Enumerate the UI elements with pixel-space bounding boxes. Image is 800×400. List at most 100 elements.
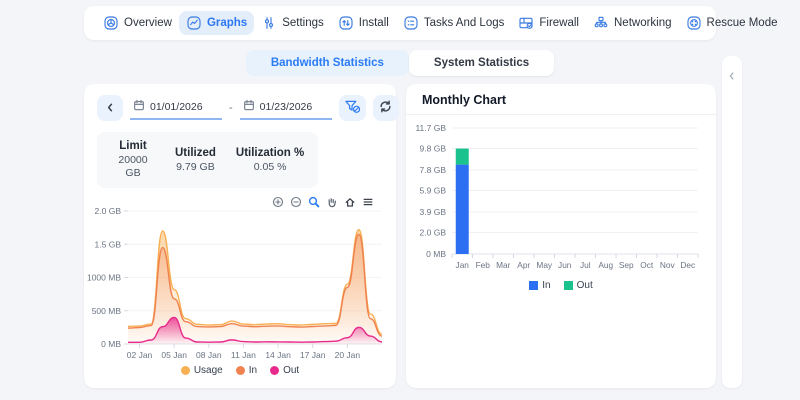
svg-text:9.8 GB: 9.8 GB: [420, 143, 447, 153]
refresh-button[interactable]: [372, 95, 399, 121]
tab-bandwidth-statistics[interactable]: Bandwidth Statistics: [245, 50, 409, 76]
svg-text:Dec: Dec: [680, 260, 695, 270]
legend-label: Out: [576, 280, 593, 291]
svg-text:May: May: [536, 260, 553, 270]
legend-item-out[interactable]: Out: [270, 365, 299, 376]
svg-text:Feb: Feb: [476, 260, 491, 270]
svg-text:Jul: Jul: [580, 260, 591, 270]
svg-text:11.7 GB: 11.7 GB: [415, 123, 446, 133]
svg-text:Jan: Jan: [456, 260, 470, 270]
summary-utilization: Utilization % 0.05 %: [236, 147, 304, 174]
nav-item-label: Settings: [282, 17, 324, 29]
legend-label: Usage: [193, 365, 223, 376]
date-from-value: 01/01/2026: [150, 100, 203, 113]
nav-item-label: Graphs: [206, 17, 248, 29]
svg-text:1000 MB: 1000 MB: [87, 273, 121, 283]
nav-item-label: Install: [358, 17, 389, 29]
summary-header: Utilized: [175, 146, 216, 159]
svg-text:Apr: Apr: [517, 260, 530, 270]
filter-off-icon: [344, 99, 361, 117]
refresh-icon: [379, 100, 392, 116]
bandwidth-area-chart[interactable]: 2.0 GB 1.5 GB 1000 MB 500 MB 0 MB 02 Jan 05 Ja…: [84, 202, 396, 364]
date-separator: -: [229, 102, 233, 114]
rescue-icon: [686, 15, 702, 31]
date-to-value: 01/23/2026: [259, 100, 313, 113]
nav-item-tasks-and-logs[interactable]: Tasks And Logs: [396, 11, 512, 35]
summary-utilized: Utilized 9.79 GB: [175, 147, 216, 174]
nav-item-label: Overview: [124, 17, 172, 29]
svg-text:08 Jan: 08 Jan: [196, 350, 222, 360]
date-range-controls: 01/01/2026 - 01/23/2026: [97, 94, 399, 122]
legend-swatch: [529, 281, 539, 290]
svg-text:7.8 GB: 7.8 GB: [420, 165, 447, 175]
monthly-chart-title: Monthly Chart: [422, 93, 507, 107]
monthly-bar-chart: 11.7 GB 9.8 GB 7.8 GB 5.9 GB 3.9 GB 2.0 GB 0 M…: [415, 123, 699, 270]
summary-value: 0.05 %: [253, 160, 287, 173]
bandwidth-legend: Usage In Out: [84, 365, 396, 376]
svg-text:11 Jan: 11 Jan: [231, 350, 256, 360]
collapse-panel-strip: [722, 56, 742, 388]
clear-filter-button[interactable]: [338, 95, 366, 121]
date-to-field[interactable]: 01/23/2026: [239, 96, 332, 120]
panel-divider: [406, 114, 716, 115]
legend-label: In: [248, 365, 258, 376]
svg-text:Oct: Oct: [640, 260, 654, 270]
svg-text:Nov: Nov: [660, 260, 676, 270]
svg-text:05 Jan: 05 Jan: [161, 350, 187, 360]
graphs-icon: [186, 15, 202, 31]
summary-header: Limit: [119, 140, 147, 152]
top-navigation: Overview Graphs Settings Install Tasks A…: [84, 6, 778, 40]
svg-text:20 Jan: 20 Jan: [335, 350, 361, 360]
legend-item-out[interactable]: Out: [563, 280, 593, 291]
collapse-chevron-icon[interactable]: [727, 68, 737, 86]
nav-item-label: Tasks And Logs: [423, 17, 505, 29]
legend-label: Out: [283, 365, 300, 376]
nav-item-overview[interactable]: Overview: [96, 11, 179, 35]
legend-item-usage[interactable]: Usage: [180, 365, 223, 376]
svg-text:3.9 GB: 3.9 GB: [420, 207, 447, 217]
legend-swatch: [563, 281, 573, 290]
nav-item-label: Rescue Mode: [706, 17, 778, 29]
nav-item-label: Networking: [614, 17, 672, 29]
summary-header: Utilization %: [235, 146, 305, 159]
svg-text:Sep: Sep: [619, 260, 634, 270]
summary-value: 20000 GB: [118, 154, 148, 180]
statistics-tabs: Bandwidth Statistics System Statistics: [0, 50, 800, 76]
tasks-icon: [403, 15, 419, 31]
legend-item-in[interactable]: In: [235, 365, 258, 376]
tab-system-statistics[interactable]: System Statistics: [408, 50, 555, 76]
calendar-icon: [243, 99, 255, 114]
summary-value: 9.79 GB: [176, 160, 215, 173]
date-from-field[interactable]: 01/01/2026: [130, 96, 222, 120]
networking-icon: [593, 15, 609, 31]
nav-item-install[interactable]: Install: [331, 11, 396, 35]
svg-text:Mar: Mar: [496, 260, 511, 270]
nav-item-settings[interactable]: Settings: [254, 11, 331, 35]
svg-text:0 MB: 0 MB: [101, 339, 121, 349]
legend-item-in[interactable]: In: [529, 280, 551, 291]
svg-text:2.0 GB: 2.0 GB: [95, 206, 122, 216]
nav-item-networking[interactable]: Networking: [586, 11, 679, 35]
chevron-left-icon: [105, 101, 116, 116]
svg-text:2.0 GB: 2.0 GB: [420, 227, 447, 237]
nav-item-rescue-mode[interactable]: Rescue Mode: [679, 11, 785, 35]
svg-text:1.5 GB: 1.5 GB: [95, 239, 122, 249]
usage-summary-table: Limit 20000 GB Utilized 9.79 GB Utilizat…: [97, 132, 319, 189]
monthly-legend: In Out: [406, 280, 716, 291]
legend-swatch: [180, 366, 190, 375]
settings-icon: [261, 15, 277, 31]
nav-item-label: Firewall: [539, 17, 579, 29]
overview-icon: [103, 15, 119, 31]
nav-item-firewall[interactable]: Firewall: [511, 11, 586, 35]
svg-text:0 MB: 0 MB: [426, 249, 446, 259]
bandwidth-panel: 01/01/2026 - 01/23/2026 Limit 20000 GB U…: [84, 84, 399, 388]
svg-text:Aug: Aug: [598, 260, 613, 270]
svg-text:02 Jan: 02 Jan: [127, 350, 153, 360]
nav-item-graphs[interactable]: Graphs: [178, 11, 255, 35]
install-icon: [338, 15, 354, 31]
svg-text:Jun: Jun: [558, 260, 572, 270]
calendar-icon: [133, 99, 145, 114]
previous-range-button[interactable]: [97, 95, 123, 121]
firewall-icon: [518, 15, 534, 31]
svg-text:14 Jan: 14 Jan: [265, 350, 291, 360]
